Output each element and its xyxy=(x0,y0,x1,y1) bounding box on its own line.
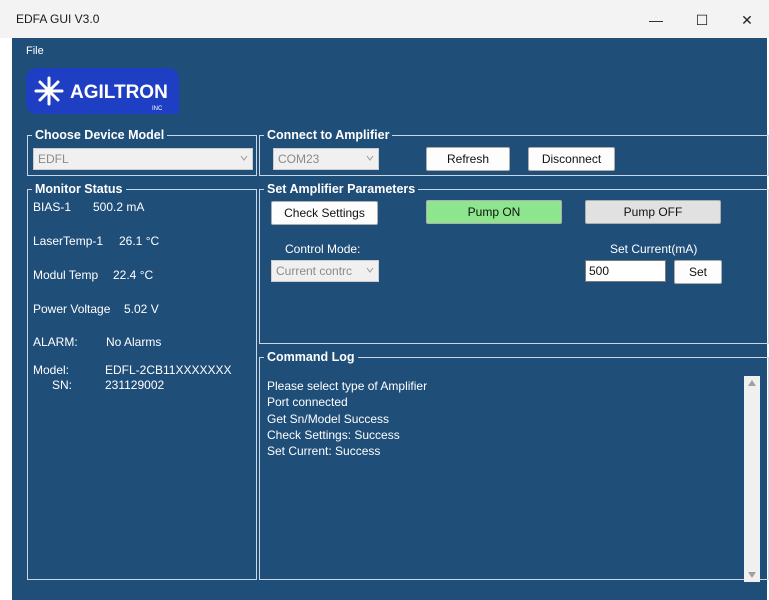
sn-label: SN: xyxy=(52,378,73,392)
device-model-value: EDFL xyxy=(38,152,69,166)
check-settings-button[interactable]: Check Settings xyxy=(271,201,378,225)
minimize-button[interactable]: — xyxy=(634,6,678,34)
chevron-down-icon xyxy=(240,155,248,161)
set-current-input[interactable]: 500 xyxy=(585,260,666,282)
port-value: COM23 xyxy=(278,152,320,166)
monitor-status-group: Monitor Status BIAS-1 500.2 mA LaserTemp… xyxy=(27,182,257,580)
disconnect-button[interactable]: Disconnect xyxy=(528,147,615,171)
control-mode-label: Control Mode: xyxy=(285,242,361,256)
maximize-button[interactable]: ☐ xyxy=(680,6,724,34)
bias-value: 500.2 mA xyxy=(93,200,145,214)
command-log-text: Please select type of Amplifier Port con… xyxy=(267,378,427,459)
control-mode-value: Current contrc xyxy=(276,264,353,278)
model-value: EDFL-2CB11XXXXXXX xyxy=(105,363,232,377)
set-parameters-group: Set Amplifier Parameters Check Settings … xyxy=(259,182,769,344)
modultemp-label: Modul Temp xyxy=(33,268,99,282)
log-scrollbar[interactable] xyxy=(744,376,760,582)
title-bar: EDFA GUI V3.0 — ☐ ✕ xyxy=(0,0,769,38)
log-line: Check Settings: Success xyxy=(267,427,400,442)
pump-on-button[interactable]: Pump ON xyxy=(426,200,562,224)
star-icon xyxy=(34,76,64,106)
menu-file[interactable]: File xyxy=(26,45,44,57)
scroll-down-icon[interactable] xyxy=(748,572,756,578)
set-parameters-legend: Set Amplifier Parameters xyxy=(267,182,416,196)
log-line: Port connected xyxy=(267,395,348,410)
sn-value: 231129002 xyxy=(105,378,165,392)
chevron-down-icon xyxy=(366,155,374,161)
log-line: Set Current: Success xyxy=(267,444,381,459)
control-mode-select[interactable]: Current contrc xyxy=(271,260,379,282)
alarm-value: No Alarms xyxy=(106,335,162,349)
monitor-status-legend: Monitor Status xyxy=(35,182,123,196)
command-log-group: Command Log Please select type of Amplif… xyxy=(259,350,769,582)
refresh-button[interactable]: Refresh xyxy=(426,147,510,171)
logo-text: AGILTRON xyxy=(70,82,168,103)
power-voltage-value: 5.02 V xyxy=(124,302,159,316)
modultemp-value: 22.4 °C xyxy=(113,268,154,282)
agiltron-logo: AGILTRON INC xyxy=(26,68,179,114)
app-window: File AGILTRON INC Choose Device Model ED… xyxy=(12,38,769,600)
log-line: Get Sn/Model Success xyxy=(267,411,390,426)
model-label: Model: xyxy=(33,363,70,377)
connect-legend: Connect to Amplifier xyxy=(267,128,390,142)
chevron-down-icon xyxy=(366,267,374,273)
command-log-legend: Command Log xyxy=(267,350,355,364)
lasertemp-label: LaserTemp-1 xyxy=(33,234,104,248)
log-line: Please select type of Amplifier xyxy=(267,379,428,393)
connect-group: Connect to Amplifier COM23 Refresh Disco… xyxy=(259,128,769,176)
logo-subtext: INC xyxy=(152,106,163,112)
window-title: EDFA GUI V3.0 xyxy=(16,12,100,26)
close-button[interactable]: ✕ xyxy=(725,6,769,34)
bias-label: BIAS-1 xyxy=(33,200,72,214)
set-current-button[interactable]: Set xyxy=(674,260,722,284)
set-current-label: Set Current(mA) xyxy=(610,242,698,256)
scroll-up-icon[interactable] xyxy=(748,380,756,386)
device-model-select[interactable]: EDFL xyxy=(33,148,253,170)
power-voltage-label: Power Voltage xyxy=(33,302,111,316)
lasertemp-value: 26.1 °C xyxy=(119,234,160,248)
device-model-group: Choose Device Model EDFL xyxy=(27,128,257,176)
pump-off-button[interactable]: Pump OFF xyxy=(585,200,721,224)
device-model-legend: Choose Device Model xyxy=(35,128,165,142)
port-select[interactable]: COM23 xyxy=(273,148,379,170)
alarm-label: ALARM: xyxy=(33,335,78,349)
